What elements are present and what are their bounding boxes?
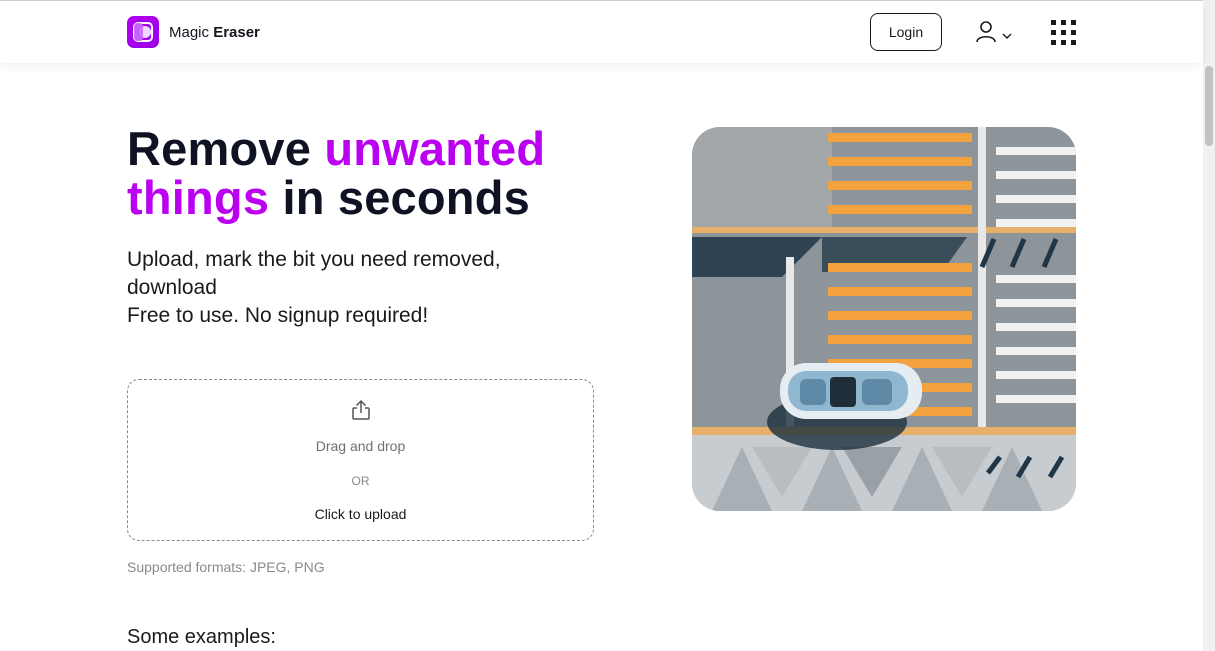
click-to-upload-link[interactable]: Click to upload	[128, 506, 593, 522]
top-navbar: Magic Eraser Login	[0, 1, 1203, 63]
title-part1: Remove	[127, 122, 325, 175]
examples-heading: Some examples:	[127, 626, 276, 648]
user-icon	[976, 21, 996, 43]
logo-prefix: Magic	[169, 23, 210, 41]
supported-formats-note: Supported formats: JPEG, PNG	[127, 559, 325, 575]
title-accent1: unwanted	[324, 122, 546, 175]
login-button[interactable]: Login	[870, 13, 942, 51]
subtitle-line1: Upload, mark the bit you need removed, d…	[127, 248, 501, 299]
drag-drop-text: Drag and drop	[315, 438, 406, 454]
apps-grid-icon[interactable]	[1051, 20, 1076, 45]
scrollbar-thumb[interactable]	[1205, 66, 1213, 146]
user-menu[interactable]	[975, 20, 1013, 44]
title-accent2: things	[127, 171, 270, 224]
chevron-down-icon	[1002, 33, 1012, 39]
or-divider-text: OR	[351, 474, 370, 488]
hero-subtitle: Upload, mark the bit you need removed, d…	[127, 246, 547, 330]
upload-icon	[352, 399, 370, 420]
title-part2: in seconds	[269, 171, 530, 224]
logo-text: Magic Eraser	[169, 24, 260, 41]
hero-title: Remove unwanted things in seconds	[127, 124, 647, 222]
upload-dropzone[interactable]: Drag and drop OR Click to upload	[127, 379, 594, 541]
logo[interactable]: Magic Eraser	[127, 16, 260, 48]
logo-bold: Eraser	[213, 23, 260, 41]
hero-image	[692, 127, 1076, 511]
logo-icon	[127, 16, 159, 48]
subtitle-line2: Free to use. No signup required!	[127, 304, 429, 327]
